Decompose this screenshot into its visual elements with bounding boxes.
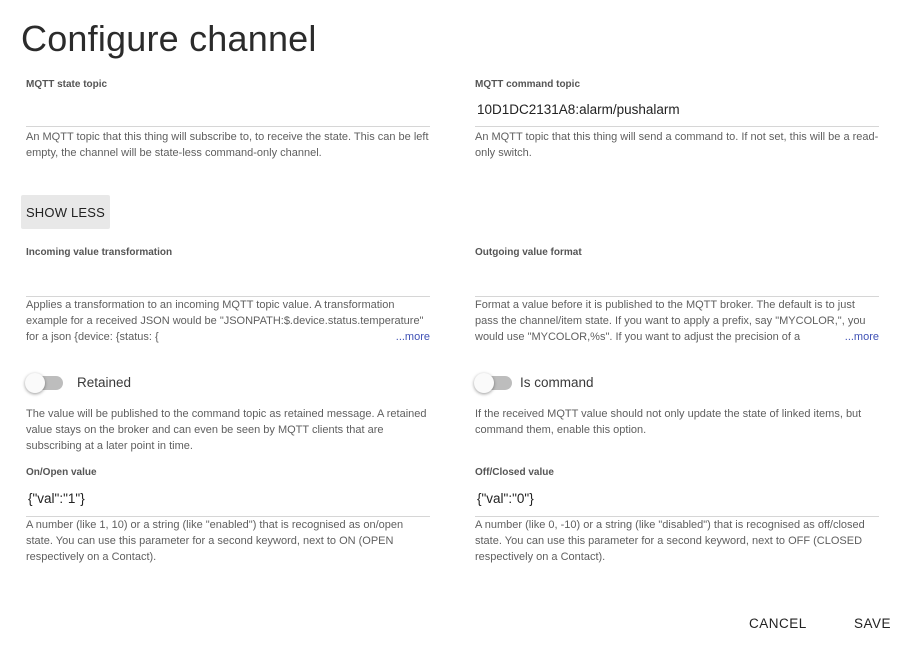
off-value-input[interactable]	[475, 480, 879, 517]
command-topic-input[interactable]	[475, 92, 879, 127]
outgoing-format-more-link[interactable]: ...more	[832, 329, 879, 345]
is-command-switch-thumb[interactable]	[474, 372, 494, 393]
is-command-help: If the received MQTT value should not on…	[475, 408, 862, 436]
incoming-transform-help: Applies a transformation to an incoming …	[26, 297, 430, 345]
is-command-switch-track[interactable]	[474, 372, 512, 393]
incoming-transform-label: Incoming value transformation	[26, 247, 173, 258]
on-value-label: On/Open value	[26, 467, 97, 478]
off-value-help: A number (like 0, -10) or a string (like…	[475, 519, 865, 563]
on-value-field: On/Open value A number (like 1, 10) or a…	[26, 466, 430, 565]
incoming-transform-input[interactable]	[26, 260, 430, 297]
incoming-transform-more-link[interactable]: ...more	[383, 329, 430, 345]
retained-toggle[interactable]: Retained	[25, 372, 132, 393]
outgoing-format-input[interactable]	[475, 260, 879, 297]
is-command-label: Is command	[520, 375, 594, 390]
retained-help: The value will be published to the comma…	[26, 408, 427, 452]
state-topic-label: MQTT state topic	[26, 79, 108, 90]
on-value-help: A number (like 1, 10) or a string (like …	[26, 519, 404, 563]
outgoing-format-help-text: Format a value before it is published to…	[475, 299, 866, 343]
outgoing-format-help: Format a value before it is published to…	[475, 297, 879, 345]
outgoing-format-field: Outgoing value format Format a value bef…	[475, 246, 879, 345]
is-command-toggle[interactable]: Is command	[474, 372, 594, 393]
command-topic-help: An MQTT topic that this thing will send …	[475, 131, 879, 159]
incoming-transform-field: Incoming value transformation Applies a …	[26, 246, 430, 345]
command-topic-field: MQTT command topic An MQTT topic that th…	[475, 78, 879, 161]
state-topic-help: An MQTT topic that this thing will subsc…	[26, 131, 429, 159]
save-button[interactable]: SAVE	[848, 612, 897, 635]
cancel-button[interactable]: CANCEL	[743, 612, 813, 635]
dialog-title: Configure channel	[21, 18, 317, 59]
outgoing-format-label: Outgoing value format	[475, 247, 582, 258]
retained-switch-track[interactable]	[25, 372, 63, 393]
state-topic-field: MQTT state topic An MQTT topic that this…	[26, 78, 430, 161]
retained-switch-thumb[interactable]	[25, 372, 45, 393]
command-topic-label: MQTT command topic	[475, 79, 580, 90]
off-value-field: Off/Closed value A number (like 0, -10) …	[475, 466, 879, 565]
on-value-input[interactable]	[26, 480, 430, 517]
show-less-button[interactable]: SHOW LESS	[21, 195, 110, 229]
off-value-label: Off/Closed value	[475, 467, 554, 478]
incoming-transform-help-text: Applies a transformation to an incoming …	[26, 299, 424, 343]
retained-label: Retained	[77, 375, 132, 390]
state-topic-input[interactable]	[26, 92, 430, 127]
